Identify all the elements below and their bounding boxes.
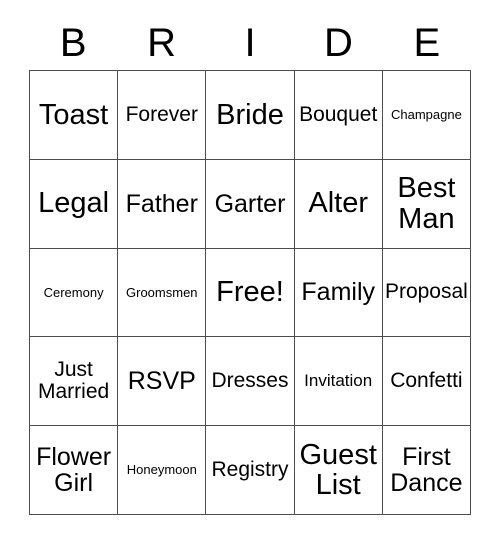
- bingo-cell-label: Best Man: [397, 172, 456, 235]
- bingo-cell-label: Confetti: [390, 369, 463, 393]
- bingo-cell[interactable]: Champagne: [382, 71, 471, 160]
- bingo-cell-label: Proposal: [384, 280, 468, 304]
- bingo-cell-label: Just Married: [38, 358, 110, 404]
- bingo-cell-label: Dresses: [211, 369, 289, 393]
- bingo-cell[interactable]: Invitation: [294, 337, 383, 427]
- bingo-cell[interactable]: Bouquet: [294, 71, 383, 160]
- bingo-card: B R I D E Toast Forever Bride Bouquet Ch…: [0, 0, 500, 544]
- bingo-cell[interactable]: Dresses: [206, 337, 295, 427]
- bingo-cell[interactable]: Garter: [206, 159, 295, 249]
- bingo-cell[interactable]: Honeymoon: [118, 426, 207, 515]
- bingo-cell[interactable]: Ceremony: [30, 248, 119, 338]
- bingo-cell-label: Bouquet: [299, 102, 378, 126]
- bingo-cell-label: Garter: [214, 189, 286, 218]
- bingo-cell[interactable]: Best Man: [382, 159, 471, 249]
- header-letter-b: B: [59, 21, 87, 65]
- header-letter-r: R: [147, 21, 177, 65]
- bingo-grid: Toast Forever Bride Bouquet Champagne Le…: [29, 70, 471, 515]
- bingo-cell-label: Guest List: [299, 438, 377, 502]
- bingo-cell-label: Invitation: [304, 371, 373, 391]
- bingo-cell-label: Honeymoon: [126, 462, 197, 478]
- bingo-cell[interactable]: Just Married: [30, 337, 119, 427]
- bingo-cell[interactable]: Legal: [30, 159, 119, 249]
- bingo-cell-free[interactable]: Free!: [206, 248, 295, 338]
- bingo-cell[interactable]: Groomsmen: [118, 248, 207, 338]
- bingo-cell-label: Flower Girl: [36, 442, 112, 498]
- bingo-cell-label: Father: [125, 189, 198, 218]
- bingo-cell-label: First Dance: [390, 442, 463, 498]
- bingo-cell-label: Forever: [125, 102, 198, 126]
- bingo-cell[interactable]: First Dance: [382, 426, 471, 515]
- bingo-cell[interactable]: Bride: [206, 71, 295, 160]
- bingo-cell[interactable]: Confetti: [382, 337, 471, 427]
- bingo-cell[interactable]: Registry: [206, 426, 295, 515]
- bingo-cell[interactable]: Forever: [118, 71, 207, 160]
- bingo-cell-label: Registry: [211, 458, 289, 482]
- bingo-cell-label: Alter: [308, 187, 369, 220]
- bingo-cell-label: Champagne: [390, 107, 462, 123]
- bingo-cell-label: Ceremony: [43, 284, 104, 300]
- bingo-cell[interactable]: Flower Girl: [30, 426, 119, 515]
- header-letter-i: I: [244, 21, 256, 65]
- bingo-cell[interactable]: Family: [294, 248, 383, 338]
- bingo-cell[interactable]: Guest List: [294, 426, 383, 515]
- bingo-cell-label: Legal: [38, 187, 110, 220]
- bingo-header: B R I D E: [29, 16, 471, 70]
- bingo-cell-label: Family: [301, 278, 375, 307]
- bingo-cell[interactable]: Alter: [294, 159, 383, 249]
- bingo-cell[interactable]: Father: [118, 159, 207, 249]
- bingo-cell[interactable]: RSVP: [118, 337, 207, 427]
- bingo-cell[interactable]: Proposal: [382, 248, 471, 338]
- bingo-cell[interactable]: Toast: [30, 71, 119, 160]
- header-letter-d: D: [323, 21, 353, 65]
- bingo-cell-label: Bride: [216, 98, 284, 131]
- bingo-cell-label: Toast: [38, 98, 109, 131]
- bingo-cell-label: Free!: [216, 276, 284, 309]
- bingo-cell-label: RSVP: [127, 367, 196, 396]
- header-letter-e: E: [413, 21, 441, 65]
- bingo-cell-label: Groomsmen: [126, 284, 198, 300]
